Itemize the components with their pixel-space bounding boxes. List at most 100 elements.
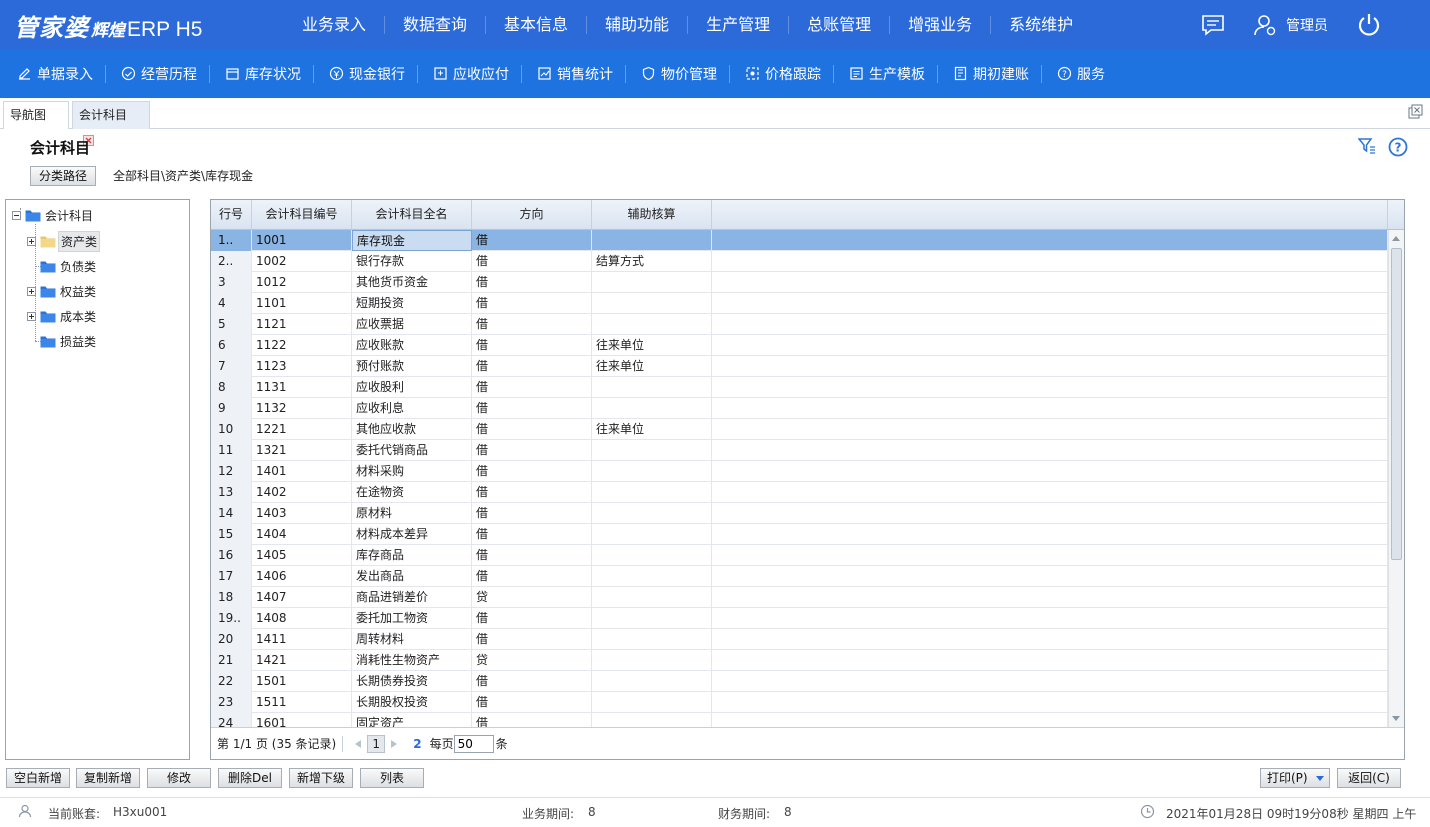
- main-nav-item[interactable]: 辅助功能: [587, 15, 689, 34]
- direction-cell[interactable]: 借: [472, 440, 592, 461]
- main-nav-item[interactable]: 总账管理: [789, 15, 891, 34]
- aux-accounting-cell[interactable]: [592, 713, 712, 727]
- direction-cell[interactable]: 借: [472, 461, 592, 482]
- direction-cell[interactable]: 借: [472, 377, 592, 398]
- prev-page-icon[interactable]: [355, 739, 362, 748]
- row-number-cell[interactable]: 11: [211, 440, 252, 461]
- direction-cell[interactable]: 借: [472, 566, 592, 587]
- tree-node-cost[interactable]: 成本类: [27, 306, 98, 326]
- row-number-cell[interactable]: 23: [211, 692, 252, 713]
- tab-navigation-map[interactable]: 导航图: [3, 101, 69, 129]
- main-nav-item[interactable]: 系统维护: [991, 15, 1091, 34]
- row-number-cell[interactable]: 10: [211, 419, 252, 440]
- aux-accounting-cell[interactable]: 往来单位: [592, 419, 712, 440]
- main-nav-item[interactable]: 基本信息: [486, 15, 588, 34]
- filler-cell[interactable]: [712, 251, 1388, 272]
- row-number-cell[interactable]: 8: [211, 377, 252, 398]
- aux-accounting-cell[interactable]: [592, 293, 712, 314]
- main-nav-item[interactable]: 生产管理: [688, 15, 790, 34]
- filler-cell[interactable]: [712, 608, 1388, 629]
- dropdown-arrow-icon[interactable]: [1316, 776, 1324, 781]
- table-row[interactable]: 24 1601 固定资产借: [211, 713, 1388, 727]
- next-page-icon[interactable]: [391, 739, 398, 748]
- tree-node-equity[interactable]: 权益类: [27, 281, 98, 301]
- expand-icon[interactable]: [27, 311, 36, 321]
- filler-cell[interactable]: [712, 461, 1388, 482]
- row-number-cell[interactable]: 5: [211, 314, 252, 335]
- subject-code-cell[interactable]: 1501: [252, 671, 352, 692]
- direction-cell[interactable]: 借: [472, 671, 592, 692]
- filler-cell[interactable]: [712, 587, 1388, 608]
- expand-icon[interactable]: [27, 236, 36, 246]
- table-row[interactable]: 11 1321 委托代销商品借: [211, 440, 1388, 461]
- direction-cell[interactable]: 借: [472, 692, 592, 713]
- table-row[interactable]: 6 1122 应收账款借往来单位: [211, 335, 1388, 356]
- subject-code-cell[interactable]: 1407: [252, 587, 352, 608]
- subject-code-cell[interactable]: 1402: [252, 482, 352, 503]
- direction-cell[interactable]: 借: [472, 713, 592, 727]
- toolbar-item[interactable]: 单据录入: [12, 64, 106, 83]
- blank-new-button[interactable]: 空白新增: [6, 768, 70, 788]
- filler-cell[interactable]: [712, 629, 1388, 650]
- toolbar-item[interactable]: ? 服务: [1052, 65, 1117, 83]
- toolbar-item[interactable]: 现金银行: [324, 64, 418, 83]
- aux-accounting-cell[interactable]: [592, 545, 712, 566]
- subject-code-cell[interactable]: 1123: [252, 356, 352, 377]
- table-row[interactable]: 18 1407 商品进销差价贷: [211, 587, 1388, 608]
- back-button[interactable]: 返回(C): [1337, 768, 1401, 788]
- direction-cell[interactable]: 借: [472, 419, 592, 440]
- row-number-cell[interactable]: 13: [211, 482, 252, 503]
- category-path-button[interactable]: 分类路径: [30, 166, 96, 186]
- subject-name-cell[interactable]: 长期债券投资: [352, 671, 472, 692]
- aux-accounting-cell[interactable]: [592, 608, 712, 629]
- row-number-cell[interactable]: 22: [211, 671, 252, 692]
- aux-accounting-cell[interactable]: [592, 377, 712, 398]
- aux-accounting-cell[interactable]: [592, 587, 712, 608]
- filler-cell[interactable]: [712, 566, 1388, 587]
- expand-icon[interactable]: [27, 286, 36, 296]
- toolbar-item[interactable]: 库存状况: [220, 64, 314, 83]
- subject-code-cell[interactable]: 1132: [252, 398, 352, 419]
- subject-code-cell[interactable]: 1101: [252, 293, 352, 314]
- print-button[interactable]: 打印(P): [1260, 768, 1330, 788]
- row-number-cell[interactable]: 12: [211, 461, 252, 482]
- row-number-cell[interactable]: 7: [211, 356, 252, 377]
- subject-name-cell[interactable]: 银行存款: [352, 251, 472, 272]
- table-row[interactable]: 23 1511 长期股权投资借: [211, 692, 1388, 713]
- user-icon[interactable]: [1252, 12, 1278, 38]
- aux-accounting-cell[interactable]: [592, 272, 712, 293]
- aux-accounting-cell[interactable]: 往来单位: [592, 356, 712, 377]
- table-row[interactable]: 21 1421 消耗性生物资产贷: [211, 650, 1388, 671]
- row-number-cell[interactable]: 19..: [211, 608, 252, 629]
- subject-code-cell[interactable]: 1406: [252, 566, 352, 587]
- subject-name-cell[interactable]: 材料采购: [352, 461, 472, 482]
- row-number-cell[interactable]: 18: [211, 587, 252, 608]
- subject-name-cell[interactable]: 应收利息: [352, 398, 472, 419]
- subject-name-cell[interactable]: 消耗性生物资产: [352, 650, 472, 671]
- table-row[interactable]: 19.. 1408 委托加工物资借: [211, 608, 1388, 629]
- power-icon[interactable]: [1356, 12, 1382, 38]
- subject-code-cell[interactable]: 1401: [252, 461, 352, 482]
- row-number-cell[interactable]: 1..: [211, 230, 252, 251]
- subject-name-cell[interactable]: 固定资产: [352, 713, 472, 727]
- aux-accounting-cell[interactable]: [592, 671, 712, 692]
- direction-cell[interactable]: 借: [472, 293, 592, 314]
- direction-cell[interactable]: 贷: [472, 587, 592, 608]
- toolbar-item[interactable]: 期初建账: [948, 64, 1042, 83]
- page-number[interactable]: 1: [367, 734, 386, 753]
- toolbar-item[interactable]: 生产模板: [844, 64, 938, 83]
- direction-cell[interactable]: 借: [472, 503, 592, 524]
- table-row[interactable]: 9 1132 应收利息借: [211, 398, 1388, 419]
- filler-cell[interactable]: [712, 524, 1388, 545]
- filler-cell[interactable]: [712, 356, 1388, 377]
- filler-cell[interactable]: [712, 440, 1388, 461]
- tree-node-liabilities[interactable]: 负债类: [40, 256, 98, 276]
- table-row[interactable]: 3 1012 其他货币资金借: [211, 272, 1388, 293]
- table-row[interactable]: 12 1401 材料采购借: [211, 461, 1388, 482]
- table-row[interactable]: 4 1101 短期投资借: [211, 293, 1388, 314]
- table-row[interactable]: 13 1402 在途物资借: [211, 482, 1388, 503]
- main-nav-item[interactable]: 业务录入: [284, 15, 386, 34]
- row-number-cell[interactable]: 16: [211, 545, 252, 566]
- filler-cell[interactable]: [712, 230, 1388, 251]
- table-row[interactable]: 5 1121 应收票据借: [211, 314, 1388, 335]
